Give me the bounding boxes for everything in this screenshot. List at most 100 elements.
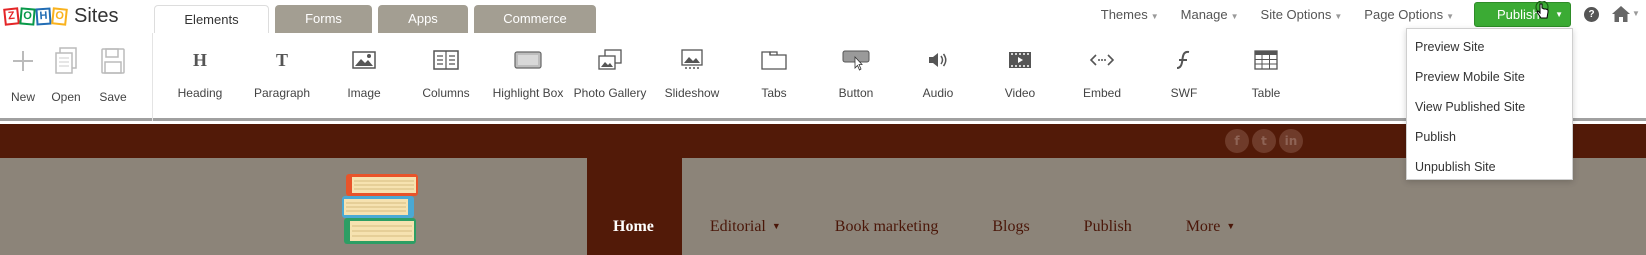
columns-tool[interactable]: Columns — [406, 41, 486, 100]
tool-label: Table — [1251, 86, 1281, 100]
twitter-icon[interactable]: t — [1252, 129, 1276, 153]
heading-tool[interactable]: H Heading — [160, 41, 240, 100]
swf-icon — [1176, 50, 1190, 69]
image-icon — [352, 51, 376, 69]
top-nav: Themes ▼ Manage ▼ Site Options ▼ Page Optio… — [1079, 0, 1454, 28]
menu-item-preview-mobile-site[interactable]: Preview Mobile Site — [1407, 62, 1572, 92]
publish-button[interactable]: Publish ▼ — [1474, 2, 1571, 27]
site-navigation: Home Editorial ▼ Book marketing Blogs Pub… — [587, 158, 1289, 255]
floppy-disk-icon — [101, 48, 125, 74]
audio-icon — [929, 53, 947, 67]
manage-menu[interactable]: Manage ▼ — [1181, 7, 1239, 22]
help-icon[interactable]: ? — [1584, 7, 1599, 22]
home-icon[interactable] — [1611, 5, 1631, 23]
save-label: Save — [99, 90, 127, 104]
manage-label: Manage — [1180, 6, 1228, 22]
logo-letter: H — [35, 6, 52, 26]
embed-tool[interactable]: Embed — [1062, 41, 1142, 100]
site-nav-more[interactable]: More ▼ — [1186, 158, 1236, 255]
facebook-icon[interactable]: f — [1225, 129, 1249, 153]
audio-tool[interactable]: Audio — [898, 41, 978, 100]
site-nav-home[interactable]: Home — [587, 158, 682, 255]
svg-text:T: T — [276, 50, 288, 70]
site-nav-editorial[interactable]: Editorial ▼ — [710, 158, 781, 255]
tool-label: Slideshow — [664, 86, 720, 100]
site-nav-book-marketing[interactable]: Book marketing — [835, 158, 939, 255]
logo-letter: O — [19, 6, 36, 26]
menu-item-view-published-site[interactable]: View Published Site — [1407, 92, 1572, 122]
site-nav-label: Book marketing — [834, 218, 939, 235]
paragraph-tool[interactable]: T Paragraph — [242, 41, 322, 100]
site-preview-canvas[interactable]: f t in Home Editorial ▼ Book marketing Bl… — [0, 124, 1646, 255]
tab-forms[interactable]: Forms — [275, 5, 372, 33]
tab-elements[interactable]: Elements — [154, 5, 269, 33]
chevron-down-icon: ▼ — [771, 221, 781, 231]
top-bar: Z O H O Sites Elements Forms Apps Commer… — [0, 0, 1646, 33]
chevron-down-icon: ▼ — [1555, 10, 1563, 19]
site-top-band: f t in — [0, 124, 1646, 158]
zoho-sites-logo[interactable]: Z O H O Sites — [3, 3, 119, 29]
new-button[interactable]: New — [0, 45, 46, 104]
tab-commerce[interactable]: Commerce — [474, 5, 596, 33]
tool-label: Columns — [422, 86, 470, 100]
menu-item-preview-site[interactable]: Preview Site — [1407, 32, 1572, 62]
chevron-down-icon[interactable]: ▼ — [1632, 9, 1640, 18]
swf-tool[interactable]: SWF — [1144, 41, 1224, 100]
themes-menu[interactable]: Themes ▼ — [1101, 7, 1159, 22]
tab-apps[interactable]: Apps — [378, 5, 468, 33]
logo-letter: Z — [3, 6, 20, 26]
page-options-label: Page Options — [1364, 6, 1444, 22]
columns-icon — [433, 50, 459, 70]
menu-item-unpublish-site[interactable]: Unpublish Site — [1407, 152, 1572, 182]
hand-cursor-icon — [1535, 1, 1549, 19]
image-tool[interactable]: Image — [324, 41, 404, 100]
tool-label: Button — [838, 86, 874, 100]
tool-label: SWF — [1170, 86, 1198, 100]
open-button[interactable]: Open — [43, 45, 89, 104]
tool-label: Embed — [1082, 86, 1122, 100]
logo-text: Sites — [74, 4, 119, 27]
site-nav-publish[interactable]: Publish — [1084, 158, 1132, 255]
file-tools: New Open Save — [0, 33, 153, 121]
chevron-down-icon: ▼ — [1334, 11, 1343, 21]
site-options-menu[interactable]: Site Options ▼ — [1261, 7, 1343, 22]
open-document-icon — [55, 47, 77, 74]
chevron-down-icon: ▼ — [1446, 11, 1454, 21]
chevron-down-icon: ▼ — [1150, 11, 1159, 21]
tool-label: Video — [1004, 86, 1036, 100]
tool-label: Heading — [177, 86, 223, 100]
embed-icon — [1089, 54, 1115, 66]
highlight-box-tool[interactable]: Highlight Box — [488, 41, 568, 100]
svg-text:H: H — [193, 50, 207, 70]
video-tool[interactable]: Video — [980, 41, 1060, 100]
video-icon — [1009, 52, 1031, 68]
logo-letter: O — [51, 6, 68, 26]
button-tool[interactable]: Button — [816, 41, 896, 100]
photo-gallery-tool[interactable]: Photo Gallery — [570, 41, 650, 100]
slideshow-icon — [681, 49, 703, 69]
tool-label: Tabs — [761, 86, 787, 100]
save-button[interactable]: Save — [90, 45, 136, 104]
site-nav-blogs[interactable]: Blogs — [992, 158, 1029, 255]
themes-label: Themes — [1100, 6, 1148, 22]
linkedin-icon[interactable]: in — [1279, 129, 1303, 153]
publish-dropdown-menu: Preview Site Preview Mobile Site View Pu… — [1406, 28, 1573, 180]
chevron-down-icon: ▼ — [1230, 11, 1239, 21]
site-nav-label: Blogs — [992, 218, 1030, 235]
open-label: Open — [51, 90, 81, 104]
page-options-menu[interactable]: Page Options ▼ — [1364, 7, 1454, 22]
menu-item-publish[interactable]: Publish — [1407, 122, 1572, 152]
tool-label: Audio — [922, 86, 954, 100]
tool-label: Image — [347, 86, 381, 100]
heading-icon: H — [193, 50, 207, 70]
tool-label: Paragraph — [253, 86, 311, 100]
tabs-tool[interactable]: Tabs — [734, 41, 814, 100]
slideshow-tool[interactable]: Slideshow — [652, 41, 732, 100]
table-icon — [1254, 50, 1278, 70]
elements-toolbar: New Open Save H Heading T Paragraph Imag… — [0, 33, 1646, 121]
books-logo-icon[interactable] — [342, 172, 422, 247]
paragraph-icon: T — [276, 50, 288, 70]
highlight-box-icon — [514, 51, 542, 69]
table-tool[interactable]: Table — [1226, 41, 1306, 100]
site-nav-label: Editorial — [709, 218, 766, 235]
